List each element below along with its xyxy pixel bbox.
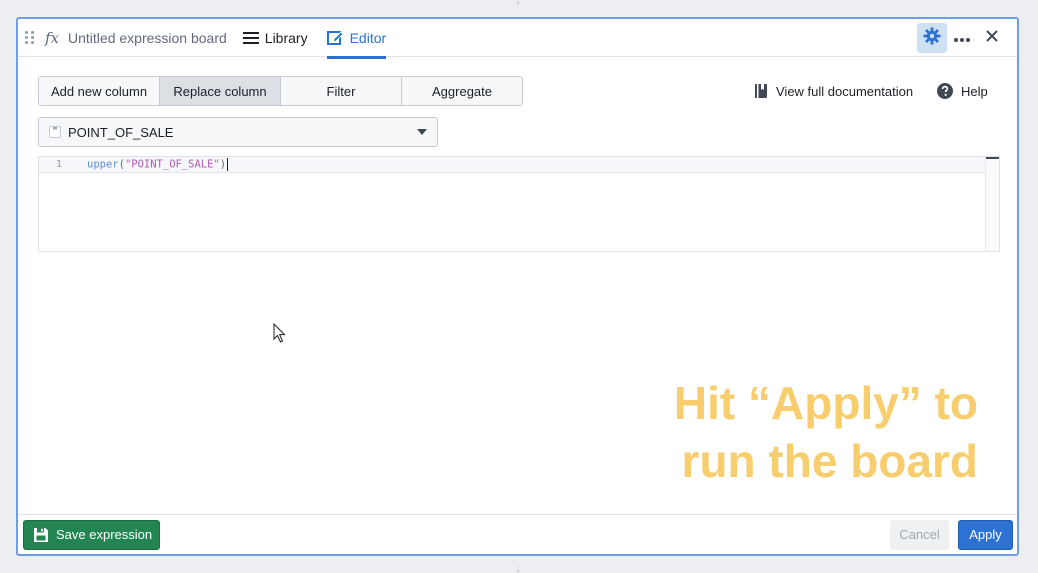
- mouse-pointer-icon: [273, 322, 287, 346]
- gear-icon: [923, 27, 941, 48]
- help-link[interactable]: Help: [937, 83, 988, 99]
- view-documentation-link[interactable]: View full documentation: [754, 83, 913, 99]
- code-paren-close: ): [219, 158, 227, 171]
- board-title[interactable]: Untitled expression board: [68, 30, 227, 46]
- header-actions: [917, 19, 1017, 57]
- tab-editor[interactable]: Editor: [326, 19, 387, 59]
- mode-aggregate[interactable]: Aggregate: [402, 77, 522, 105]
- text-cursor: [227, 158, 229, 171]
- view-documentation-label: View full documentation: [776, 83, 914, 99]
- instruction-line-2: run the board: [681, 435, 978, 487]
- editor-scrollbar[interactable]: [985, 157, 999, 251]
- editor-scrollbar-thumb[interactable]: [986, 157, 999, 159]
- code-editor[interactable]: 1 upper("POINT_OF_SALE"): [38, 156, 1000, 252]
- close-button[interactable]: [977, 23, 1007, 53]
- close-icon: [986, 30, 998, 45]
- column-select-value: POINT_OF_SALE: [68, 124, 174, 140]
- mode-filter[interactable]: Filter: [281, 77, 402, 105]
- book-icon: [754, 83, 768, 99]
- floppy-disk-icon: [33, 527, 49, 543]
- save-expression-button[interactable]: Save expression: [23, 519, 160, 550]
- panel-header: fx Untitled expression board Library Edi…: [18, 19, 1017, 59]
- edit-icon: [326, 30, 344, 46]
- save-expression-label: Save expression: [56, 527, 153, 542]
- cancel-button[interactable]: Cancel: [890, 519, 949, 550]
- help-icon: [937, 83, 953, 99]
- line-number: 1: [55, 159, 63, 170]
- tab-library-label: Library: [264, 29, 308, 46]
- expression-board-panel: fx Untitled expression board Library Edi…: [16, 17, 1019, 556]
- caret-down-icon: [417, 129, 427, 135]
- connector-bottom-arrow: ↓: [515, 564, 521, 573]
- mode-add-new-column[interactable]: Add new column: [39, 77, 160, 105]
- help-label: Help: [961, 83, 988, 99]
- panel-footer: Save expression Cancel Apply: [18, 514, 1017, 554]
- instruction-line-1: Hit “Apply” to: [673, 377, 978, 429]
- code-string: "POINT_OF_SALE": [124, 158, 220, 171]
- editor-line: 1 upper("POINT_OF_SALE"): [39, 157, 985, 173]
- code-text[interactable]: upper("POINT_OF_SALE"): [87, 158, 229, 171]
- code-function: upper: [87, 158, 119, 171]
- tab-editor-label: Editor: [349, 29, 387, 46]
- string-type-icon: ": [49, 126, 61, 138]
- instruction-overlay: Hit “Apply” to run the board: [608, 374, 978, 490]
- footer-actions: Cancel Apply: [890, 519, 1017, 550]
- mode-replace-column[interactable]: Replace column: [160, 77, 281, 105]
- mode-segmented-control: Add new column Replace column Filter Agg…: [38, 76, 523, 106]
- apply-button[interactable]: Apply: [958, 519, 1013, 550]
- connector-top-arrow: ↓: [515, 0, 521, 7]
- fx-icon: fx: [45, 28, 60, 47]
- drag-handle-icon[interactable]: [25, 31, 35, 44]
- more-horizontal-icon: [954, 30, 970, 45]
- tab-library[interactable]: Library: [242, 19, 308, 57]
- column-select[interactable]: " POINT_OF_SALE: [38, 117, 438, 147]
- more-options-button[interactable]: [947, 23, 977, 53]
- list-icon: [242, 31, 259, 45]
- settings-button[interactable]: [917, 22, 947, 53]
